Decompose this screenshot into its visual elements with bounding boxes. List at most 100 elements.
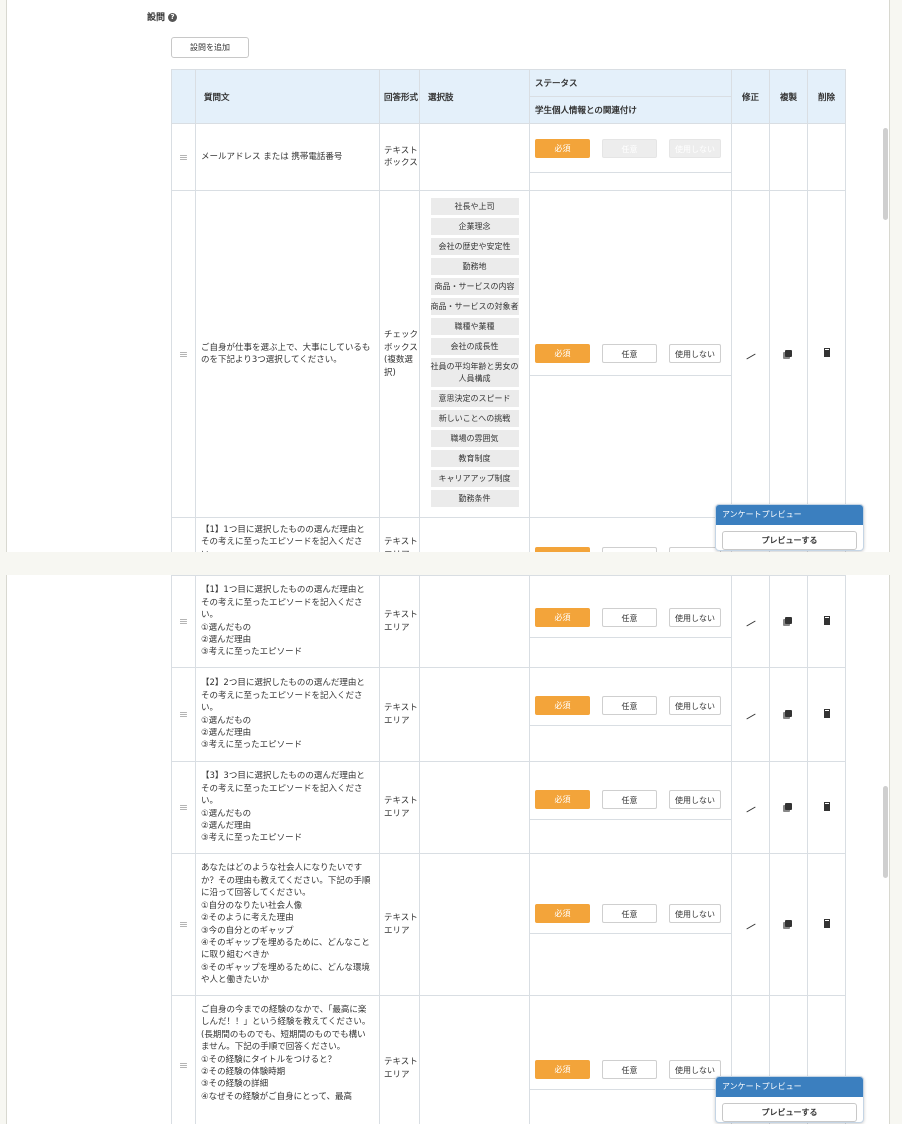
option-chip: 教育制度 <box>430 450 519 467</box>
screenshot-panel-bottom: ≡ 【1】1つ目に選択したものの選んだ理由とその考えに至ったエピソードを記入くだ… <box>6 575 890 1124</box>
option-chip: 勤務地 <box>430 258 519 275</box>
status-unused-button[interactable]: 使用しない <box>669 904 721 923</box>
add-question-button[interactable]: 設問を追加 <box>171 37 249 58</box>
option-chip: 会社の歴史や安定性 <box>430 238 519 255</box>
status-cell: 必須 任意 使用しない <box>529 123 732 191</box>
question-text: ご自身の今までの経験のなかで、「最高に楽しんだ！！」という経験を教えてください。… <box>195 995 380 1124</box>
screenshot-separator <box>0 552 902 575</box>
table-row: ≡ 【1】1つ目に選択したものの選んだ理由とその考えに至ったエピソードを記入くだ… <box>171 575 846 668</box>
edit-pencil-icon[interactable] <box>731 190 770 518</box>
status-optional-button: 任意 <box>602 138 657 158</box>
header-status: ステータス <box>529 69 732 97</box>
option-chip: 商品・サービスの対象者 <box>430 298 519 315</box>
option-chip: 会社の成長性 <box>430 338 519 355</box>
status-optional-button[interactable]: 任意 <box>602 904 657 923</box>
options-cell <box>419 123 530 191</box>
options-cell: 社長や上司 企業理念 会社の歴史や安定性 勤務地 商品・サービスの内容 商品・サ… <box>419 190 530 518</box>
table-row: ≡ ご自身が仕事を選ぶ上で、大事にしているものを下記より3つ選択してください。 … <box>171 190 846 518</box>
header-copy: 複製 <box>769 69 808 124</box>
status-optional-button[interactable]: 任意 <box>602 608 657 627</box>
drag-handle-icon[interactable]: ≡ <box>171 517 196 552</box>
form-type: テキストエリア <box>379 667 420 762</box>
status-required-button[interactable]: 必須 <box>535 344 590 363</box>
screenshot-panel-top: 設問? 設問を追加 質問文 回答形式 選択肢 ステータス 修正 複製 削除 学生… <box>6 0 890 552</box>
drag-handle-icon[interactable]: ≡ <box>171 123 196 191</box>
trash-icon[interactable] <box>807 853 846 996</box>
status-unused-button[interactable]: 使用しない <box>669 608 721 627</box>
status-optional-button[interactable]: 任意 <box>602 790 657 809</box>
trash-icon[interactable] <box>807 575 846 668</box>
edit-pencil-icon[interactable] <box>731 667 770 762</box>
status-cell: 必須 任意 使用しない <box>529 667 732 762</box>
option-chip: 勤務条件 <box>430 490 519 507</box>
question-text: ご自身が仕事を選ぶ上で、大事にしているものを下記より3つ選択してください。 <box>195 190 380 518</box>
status-required-button[interactable]: 必須 <box>535 696 590 715</box>
drag-handle-icon[interactable]: ≡ <box>171 853 196 996</box>
edit-pencil-icon[interactable] <box>731 575 770 668</box>
trash-icon[interactable] <box>807 190 846 518</box>
drag-handle-icon[interactable]: ≡ <box>171 761 196 854</box>
status-required-button[interactable]: 必須 <box>535 904 590 923</box>
section-title: 設問? <box>147 10 178 23</box>
status-unused-button[interactable]: 使用しない <box>669 344 721 363</box>
options-cell <box>419 761 530 854</box>
preview-button[interactable]: プレビューする <box>722 1103 857 1122</box>
status-optional-button[interactable]: 任意 <box>602 344 657 363</box>
drag-handle-icon[interactable]: ≡ <box>171 575 196 668</box>
trash-icon[interactable] <box>807 761 846 854</box>
status-unused-button[interactable]: 使用しない <box>669 696 721 715</box>
status-cell: 必須 任意 使用しない <box>529 853 732 996</box>
form-type: テキストエリア <box>379 853 420 996</box>
copy-icon[interactable] <box>769 761 808 854</box>
section-title-text: 設問 <box>147 13 166 23</box>
question-text: メールアドレス または 携帯電話番号 <box>195 123 380 191</box>
status-required-button[interactable]: 必須 <box>535 790 590 809</box>
status-required-button[interactable]: 必須 <box>535 1060 590 1079</box>
question-text: 【1】1つ目に選択したものの選んだ理由とその考えに至ったエピソードを記入ください… <box>195 575 380 668</box>
status-optional-button[interactable]: 任意 <box>602 696 657 715</box>
question-circle-icon[interactable]: ? <box>168 13 178 22</box>
header-form-type: 回答形式 <box>379 69 420 124</box>
preview-panel: アンケートプレビュー プレビューする <box>715 504 864 551</box>
status-optional-button[interactable]: 任意 <box>602 1060 657 1079</box>
status-cell: 必須 任意 使用しない <box>529 761 732 854</box>
header-edit: 修正 <box>731 69 770 124</box>
question-text: 【2】2つ目に選択したものの選んだ理由とその考えに至ったエピソードを記入ください… <box>195 667 380 762</box>
scrollbar-thumb[interactable] <box>883 786 888 878</box>
table-row: ≡ メールアドレス または 携帯電話番号 テキストボックス 必須 任意 使用しな… <box>171 123 846 191</box>
header-options: 選択肢 <box>419 69 530 124</box>
copy-icon[interactable] <box>769 853 808 996</box>
edit-pencil-icon[interactable] <box>731 761 770 854</box>
scrollbar-thumb[interactable] <box>883 128 888 220</box>
option-chip: 意思決定のスピード <box>430 390 519 407</box>
options-cell <box>419 575 530 668</box>
question-text: 【1】1つ目に選択したものの選んだ理由とその考えに至ったエピソードを記入ください… <box>195 517 380 552</box>
drag-handle-icon[interactable]: ≡ <box>171 190 196 518</box>
option-chip: 職場の雰囲気 <box>430 430 519 447</box>
preview-button[interactable]: プレビューする <box>722 531 857 550</box>
drag-handle-icon[interactable]: ≡ <box>171 667 196 762</box>
option-chip: キャリアアップ制度 <box>430 470 519 487</box>
copy-cell <box>769 123 808 191</box>
options-cell <box>419 517 530 552</box>
form-type: テキストエリア <box>379 761 420 854</box>
status-unused-button: 使用しない <box>669 138 721 158</box>
copy-icon[interactable] <box>769 190 808 518</box>
status-cell: 必須 任意 使用しない <box>529 995 732 1124</box>
status-required-button[interactable]: 必須 <box>535 138 590 158</box>
copy-icon[interactable] <box>769 667 808 762</box>
question-text: あなたはどのような社会人になりたいですか？その理由も教えてください。下記の手順に… <box>195 853 380 996</box>
edit-pencil-icon[interactable] <box>731 853 770 996</box>
copy-icon[interactable] <box>769 575 808 668</box>
status-cell: 必須 任意 使用しない <box>529 190 732 518</box>
trash-icon[interactable] <box>807 667 846 762</box>
form-type: チェックボックス(複数選択) <box>379 190 420 518</box>
form-type: テキストエリア <box>379 517 420 552</box>
drag-handle-icon[interactable]: ≡ <box>171 995 196 1124</box>
option-chip: 社員の平均年齢と男女の人員構成 <box>430 358 519 387</box>
status-unused-button[interactable]: 使用しない <box>669 790 721 809</box>
status-unused-button[interactable]: 使用しない <box>669 1060 721 1079</box>
status-required-button[interactable]: 必須 <box>535 608 590 627</box>
header-handle <box>171 69 196 124</box>
option-chip: 企業理念 <box>430 218 519 235</box>
